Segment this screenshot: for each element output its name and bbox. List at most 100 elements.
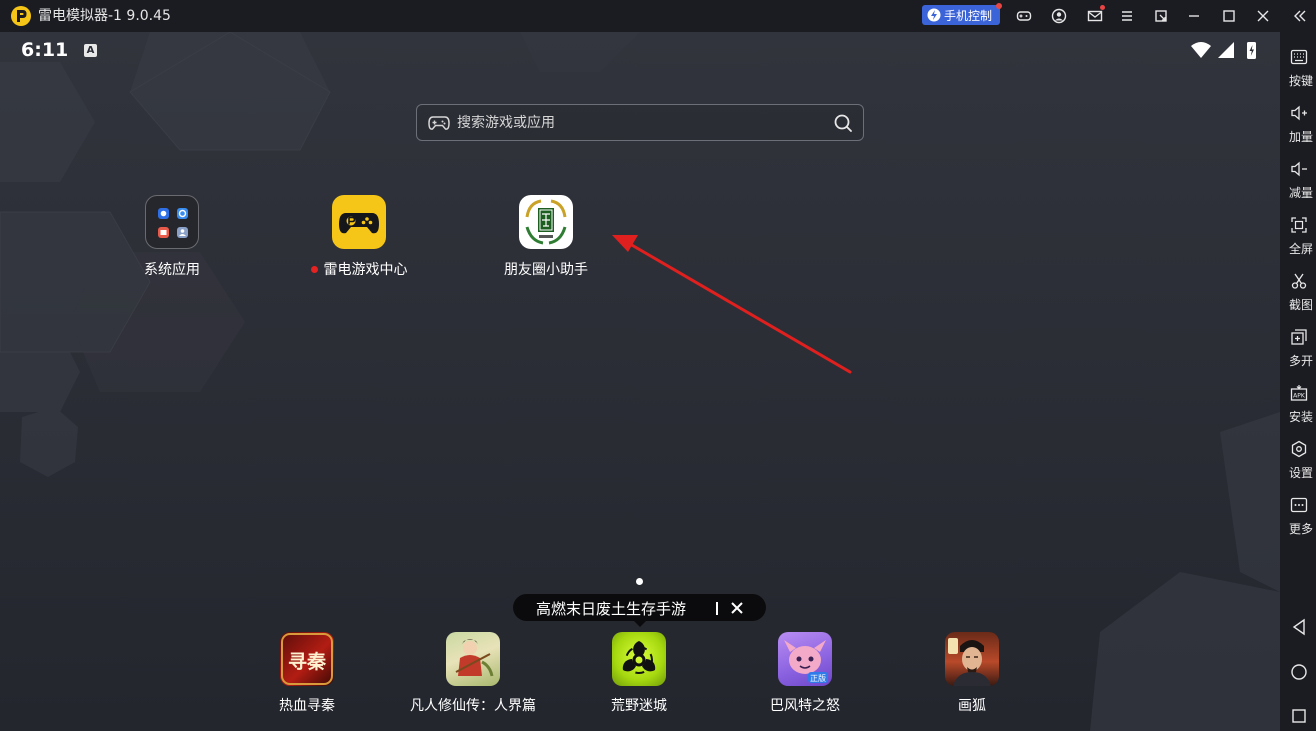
multi-instance-icon [1291, 329, 1307, 345]
volume-down-icon [1291, 161, 1307, 177]
minimize-button[interactable] [1184, 6, 1204, 26]
collapse-sidebar-button[interactable] [1290, 6, 1310, 26]
lightning-icon [927, 8, 941, 22]
status-time: 6:11 [21, 39, 69, 61]
sidebar-label: 安装 [1288, 410, 1313, 424]
menu-button[interactable] [1117, 6, 1137, 26]
settings-icon [1291, 440, 1307, 458]
gamepad-icon [1016, 11, 1032, 21]
volume-up-icon [1291, 105, 1307, 121]
dock-app-label: 巴风特之怒 [770, 698, 840, 714]
icon-text: 寻秦 [288, 650, 327, 673]
window-title: 雷电模拟器-1 9.0.45 [38, 8, 171, 24]
dock-app-huahu[interactable]: 画狐 [897, 632, 1047, 722]
app-game-center[interactable]: 雷电游戏中心 [299, 195, 419, 285]
status-icons [1191, 42, 1256, 59]
promo-separator [716, 602, 718, 615]
sidebar-label: 多开 [1288, 354, 1313, 368]
account-button[interactable] [1049, 6, 1069, 26]
sidebar-item-more[interactable]: 更多 [1280, 496, 1316, 548]
right-toolbar: 按键 加量 减量 全屏 截图 多开 APK 安装 设置 更多 [1280, 32, 1316, 731]
sidebar-label: 全屏 [1288, 242, 1313, 256]
sidebar-item-volume-down[interactable]: 减量 [1280, 160, 1316, 212]
search-icon[interactable] [833, 113, 853, 133]
sidebar-item-screenshot[interactable]: 截图 [1280, 272, 1316, 324]
page-indicator-dot[interactable] [636, 578, 643, 585]
recent-apps-icon[interactable] [1290, 707, 1308, 725]
more-icon [1290, 497, 1308, 513]
bafengte-icon: 正版 [778, 632, 832, 686]
emulator-window: 雷电模拟器-1 9.0.45 手机控制 6:11 A 搜索游戏或应用 系统应用 … [0, 0, 1316, 731]
sidebar-item-fullscreen[interactable]: 全屏 [1280, 216, 1316, 268]
dock-app-label: 画狐 [958, 698, 986, 714]
gamepad-icon [428, 116, 450, 130]
double-chevron-left-icon [1294, 10, 1306, 22]
hamburger-icon [1122, 11, 1132, 21]
search-bar[interactable] [416, 104, 864, 141]
dock-app-bafengte[interactable]: 正版 巴风特之怒 [730, 632, 880, 722]
scissors-icon [1291, 273, 1307, 289]
ldplayer-logo-icon [11, 6, 31, 26]
user-icon [1051, 8, 1067, 24]
annotation-arrow [612, 235, 852, 374]
mail-button[interactable] [1085, 5, 1105, 26]
app-moments-assistant[interactable]: 朋友圈小助手 [486, 195, 606, 285]
android-home-screen: 6:11 A 搜索游戏或应用 系统应用 雷电游戏中心 朋友圈小助手 高燃末日废土… [0, 32, 1280, 731]
dock-app-label: 荒野迷城 [611, 698, 667, 714]
sidebar-label: 加量 [1288, 130, 1313, 144]
mail-notification-dot [1100, 5, 1105, 10]
signal-icon [1218, 42, 1234, 58]
promo-text: 高燃末日废土生存手游 [536, 600, 687, 618]
gamepad-button[interactable] [1014, 6, 1034, 26]
sidebar-item-settings[interactable]: 设置 [1280, 440, 1316, 492]
dock-app-fanren-xiuxian[interactable]: 凡人修仙传：人界篇 [398, 632, 548, 722]
dock-app-label: 热血寻秦 [279, 698, 335, 714]
notification-a-icon: A [84, 44, 97, 57]
sidebar-label: 按键 [1288, 74, 1313, 88]
notification-dot [996, 3, 1002, 9]
dock-app-label: 凡人修仙传：人界篇 [410, 698, 536, 714]
promo-tooltip[interactable]: 高燃末日废土生存手游 [513, 594, 766, 621]
moments-assistant-icon [519, 195, 573, 249]
system-apps-folder-icon [145, 195, 199, 249]
svg-text:APK: APK [1293, 393, 1306, 400]
sidebar-item-install-apk[interactable]: APK 安装 [1280, 384, 1316, 436]
app-label-text: 雷电游戏中心 [323, 262, 408, 278]
sync-window-button[interactable] [1151, 6, 1171, 26]
sidebar-item-keymap[interactable]: 按键 [1280, 48, 1316, 100]
dock-app-huangye-micheng[interactable]: 荒野迷城 [564, 632, 714, 722]
huahu-icon [945, 632, 999, 686]
close-icon[interactable] [729, 600, 745, 616]
app-label: 雷电游戏中心 [299, 259, 419, 279]
app-label: 朋友圈小助手 [504, 262, 588, 278]
close-button[interactable] [1253, 6, 1273, 26]
rexue-xunqin-icon: 寻秦 [280, 632, 334, 686]
close-icon [1257, 10, 1269, 22]
phone-control-button[interactable]: 手机控制 [922, 3, 1002, 25]
maximize-icon [1223, 10, 1235, 22]
sidebar-label: 截图 [1288, 298, 1313, 312]
app-system-apps[interactable]: 系统应用 [112, 195, 232, 285]
search-input[interactable] [457, 105, 827, 140]
sidebar-label: 更多 [1288, 522, 1313, 536]
sidebar-label: 设置 [1288, 466, 1313, 480]
new-badge-dot [310, 265, 318, 273]
sidebar-item-multi-instance[interactable]: 多开 [1280, 328, 1316, 380]
dock-app-rexue-xunqin[interactable]: 寻秦 热血寻秦 [232, 632, 382, 722]
window-sync-icon [1155, 10, 1167, 22]
apk-icon: APK [1290, 385, 1308, 401]
game-center-icon [332, 195, 386, 249]
promo-tooltip-pointer [633, 620, 647, 627]
wifi-icon [1191, 42, 1211, 58]
maximize-button[interactable] [1219, 6, 1239, 26]
sidebar-label: 减量 [1288, 186, 1313, 200]
sidebar-item-volume-up[interactable]: 加量 [1280, 104, 1316, 156]
app-label: 系统应用 [144, 262, 200, 278]
keyboard-icon [1290, 49, 1308, 65]
fanren-xiuxian-icon [446, 632, 500, 686]
mail-icon [1087, 10, 1103, 22]
title-bar: 雷电模拟器-1 9.0.45 手机控制 [0, 0, 1316, 32]
biohazard-icon [612, 632, 666, 686]
back-icon[interactable] [1290, 618, 1308, 636]
home-icon[interactable] [1290, 663, 1308, 681]
